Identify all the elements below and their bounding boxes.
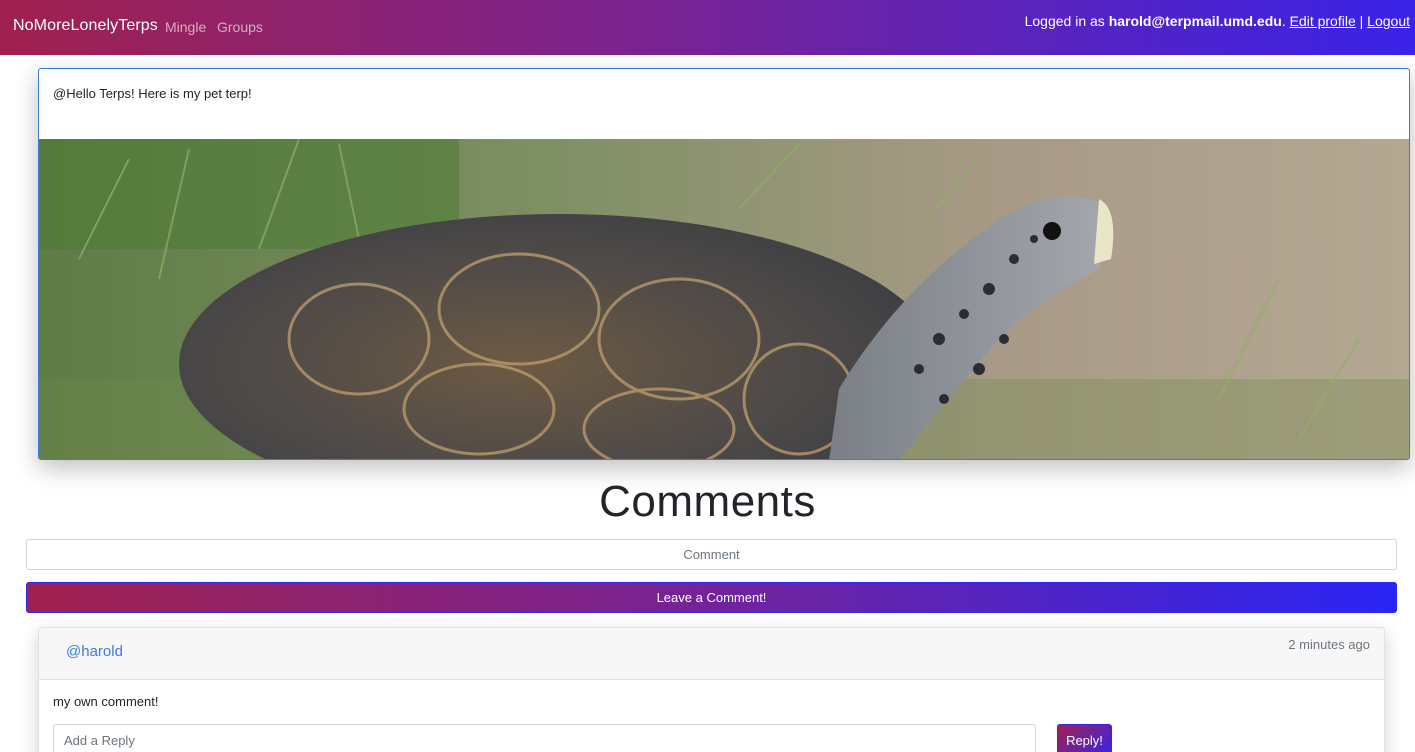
post-card: @Hello Terps! Here is my pet terp! (38, 68, 1410, 460)
comment-header: @harold 2 minutes ago (39, 628, 1384, 680)
separator: | (1359, 13, 1364, 29)
brand-link[interactable]: NoMoreLonelyTerps (13, 17, 158, 35)
comments-heading: Comments (599, 477, 816, 526)
nav-link-groups[interactable]: Groups (217, 19, 263, 35)
top-navbar: NoMoreLonelyTerps Mingle Groups Logged i… (0, 0, 1415, 55)
nav-link-mingle[interactable]: Mingle (165, 19, 206, 35)
period: . (1281, 13, 1286, 29)
post-text: @Hello Terps! Here is my pet terp! (53, 86, 252, 101)
user-email: harold@terpmail.umd.edu (1108, 13, 1282, 29)
reply-input[interactable] (53, 724, 1036, 752)
comment-body: my own comment! (53, 694, 159, 709)
comment-card: @harold 2 minutes ago my own comment! Re… (38, 627, 1385, 752)
comment-input[interactable] (26, 539, 1397, 570)
edit-profile-link[interactable]: Edit profile (1290, 13, 1356, 29)
reply-button[interactable]: Reply! (1057, 724, 1112, 752)
logout-link[interactable]: Logout (1367, 13, 1410, 29)
logged-in-label: Logged in as (1024, 13, 1109, 29)
comment-author-link[interactable]: @harold (66, 643, 123, 660)
leave-comment-button[interactable]: Leave a Comment! (26, 582, 1397, 613)
post-image (39, 139, 1409, 459)
user-status: Logged in as harold@terpmail.umd.edu. Ed… (1025, 13, 1410, 29)
comment-timestamp: 2 minutes ago (1288, 637, 1370, 652)
